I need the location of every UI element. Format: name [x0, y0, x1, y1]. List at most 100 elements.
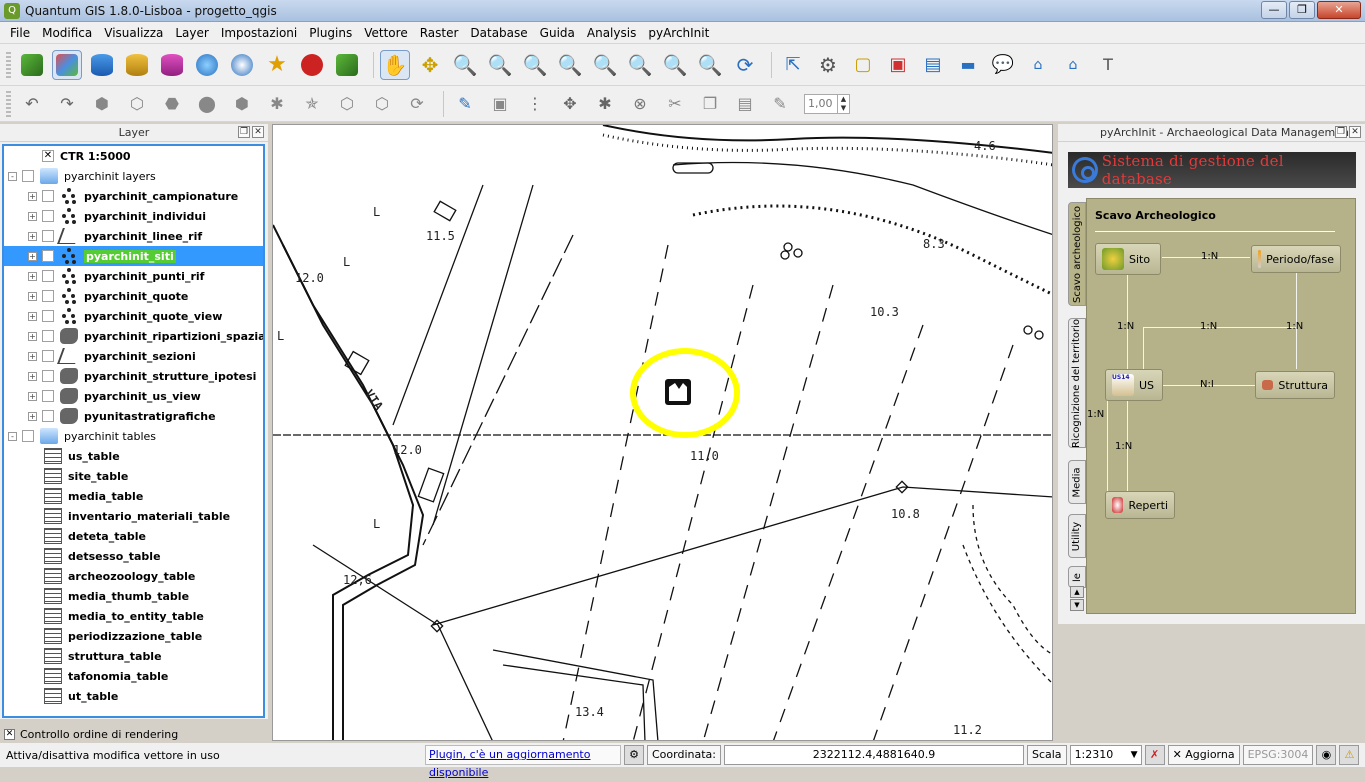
reperti-button[interactable]: Reperti — [1105, 491, 1175, 519]
tab-ricognizione[interactable]: Ricognizione del territorio — [1068, 318, 1086, 448]
expand-toggle-icon[interactable]: + — [28, 331, 37, 341]
close-panel-icon[interactable]: ✕ — [1349, 126, 1361, 138]
layer-row[interactable]: + pyarchinit_us_view — [4, 386, 263, 406]
layer-visibility-checkbox[interactable]: ✕ — [42, 150, 54, 162]
layer-visibility-checkbox[interactable] — [42, 190, 54, 202]
toggle-editing-pencil-icon[interactable]: ✎ — [450, 89, 480, 119]
layer-visibility-checkbox[interactable] — [42, 290, 54, 302]
offset-curve-icon[interactable]: ✯ — [297, 89, 327, 119]
add-wfs-layer-icon[interactable] — [227, 50, 257, 80]
measure-line-icon[interactable]: ▬ — [953, 50, 983, 80]
menu-vettore[interactable]: Vettore — [358, 22, 413, 44]
zoom-out-icon[interactable]: 🔍 — [485, 50, 515, 80]
layer-tree[interactable]: ✕ CTR 1:5000 - pyarchinit layers + pyarchinit… — [2, 144, 265, 718]
layer-visibility-checkbox[interactable] — [42, 370, 54, 382]
layer-row[interactable]: struttura_table — [4, 646, 263, 666]
render-order-control[interactable]: ✕ Controllo ordine di rendering — [0, 725, 268, 743]
scale-combobox[interactable]: 1:2310 ▼ — [1069, 745, 1142, 765]
expand-toggle-icon[interactable]: + — [28, 391, 37, 401]
expand-toggle-icon[interactable]: + — [28, 351, 37, 361]
new-layer-icon[interactable] — [332, 50, 362, 80]
menu-analysis[interactable]: Analysis — [581, 22, 642, 44]
tab-scavo-archeologico[interactable]: Scavo archeologico — [1068, 202, 1086, 306]
layer-row[interactable]: + pyarchinit_strutture_ipotesi — [4, 366, 263, 386]
tab-utility[interactable]: Utility — [1068, 514, 1086, 558]
pan-hand-icon[interactable]: ✋ — [380, 49, 410, 80]
run-action-gear-icon[interactable]: ⚙ — [813, 50, 843, 80]
zoom-actual-icon[interactable]: 🔍 — [520, 50, 550, 80]
zoom-full-icon[interactable]: 🔍 — [555, 50, 585, 80]
restore-button[interactable]: ❐ — [1289, 1, 1315, 19]
zoom-next-icon[interactable]: 🔍 — [695, 50, 725, 80]
refresh-toggle[interactable]: ✕ Aggiorna — [1167, 745, 1240, 765]
expand-toggle-icon[interactable]: + — [28, 291, 37, 301]
expand-toggle-icon[interactable]: - — [8, 171, 17, 181]
layer-row[interactable]: periodizzazione_table — [4, 626, 263, 646]
move-feature-icon[interactable]: ✥ — [555, 89, 585, 119]
layer-row[interactable]: + pyarchinit_ripartizioni_spaziali — [4, 326, 263, 346]
periodo-fase-button[interactable]: Periodo/fase — [1251, 245, 1341, 273]
layer-row[interactable]: ut_table — [4, 686, 263, 706]
remove-layer-icon[interactable] — [297, 50, 327, 80]
delete-part-icon[interactable]: ⬢ — [227, 89, 257, 119]
menu-plugins[interactable]: Plugins — [303, 22, 358, 44]
us-button[interactable]: US14 US — [1105, 369, 1163, 401]
chevron-down-icon[interactable]: ▼ — [1131, 746, 1138, 764]
split-features-icon[interactable]: ⬡ — [332, 89, 362, 119]
expand-toggle-icon[interactable]: + — [28, 371, 37, 381]
layer-visibility-checkbox[interactable] — [42, 410, 54, 422]
expand-toggle-icon[interactable]: + — [28, 231, 37, 241]
layer-row[interactable]: + pyarchinit_individui — [4, 206, 263, 226]
reshape-features-icon[interactable]: ✱ — [262, 89, 292, 119]
close-button[interactable]: ✕ — [1317, 1, 1361, 19]
tab-scroll-up[interactable]: ▲ — [1070, 586, 1084, 598]
add-raster-layer-icon[interactable] — [52, 49, 82, 80]
undo-icon[interactable]: ↶ — [17, 89, 47, 119]
close-panel-icon[interactable]: ✕ — [252, 126, 264, 138]
tab-scroll-down[interactable]: ▼ — [1070, 599, 1084, 611]
menu-raster[interactable]: Raster — [414, 22, 465, 44]
layer-row[interactable]: + pyarchinit_linee_rif — [4, 226, 263, 246]
expand-toggle-icon[interactable]: + — [28, 311, 37, 321]
menu-file[interactable]: File — [4, 22, 36, 44]
copy-features-icon[interactable]: ❐ — [695, 89, 725, 119]
layer-visibility-checkbox[interactable] — [42, 390, 54, 402]
spin-arrows[interactable]: ▲ ▼ — [837, 94, 849, 113]
crs-status[interactable]: EPSG:3004 — [1242, 745, 1314, 765]
merge-features-icon[interactable]: ⬡ — [367, 89, 397, 119]
minimize-button[interactable]: — — [1261, 1, 1287, 19]
float-panel-icon[interactable]: ❐ — [1335, 126, 1347, 138]
struttura-button[interactable]: Struttura — [1255, 371, 1335, 399]
crs-globe-icon[interactable]: ◉ — [1316, 745, 1337, 765]
layer-visibility-checkbox[interactable] — [42, 270, 54, 282]
add-spatialite-layer-icon[interactable] — [122, 50, 152, 80]
zoom-layer-icon[interactable]: 🔍 — [590, 50, 620, 80]
cut-features-icon[interactable]: ✂ — [660, 89, 690, 119]
map-canvas[interactable]: 4.6 11.5 12.0 8.3 10.3 12.0 11.0 10.8 12… — [272, 124, 1053, 741]
menu-pyarchinit[interactable]: pyArchInit — [642, 22, 715, 44]
add-postgis-layer-icon[interactable] — [87, 50, 117, 80]
map-tips-icon[interactable]: 💬 — [988, 50, 1018, 80]
add-mssql-layer-icon[interactable] — [157, 50, 187, 80]
expand-toggle-icon[interactable]: + — [28, 411, 37, 421]
snapping-tool-icon[interactable]: ✎ — [765, 89, 795, 119]
tab-media[interactable]: Media — [1068, 460, 1086, 504]
stop-render-icon[interactable]: ✗ — [1144, 745, 1165, 765]
coordinate-field[interactable]: 2322112.4,4881640.9 — [723, 745, 1024, 765]
select-features-icon[interactable]: ▢ — [848, 50, 878, 80]
snap-tolerance-spinbox[interactable]: 1,00 ▲ ▼ — [804, 93, 850, 114]
layer-row[interactable]: media_table — [4, 486, 263, 506]
layer-visibility-checkbox[interactable] — [22, 170, 34, 182]
layer-row[interactable]: + pyarchinit_quote — [4, 286, 263, 306]
layer-row[interactable]: - pyarchinit layers — [4, 166, 263, 186]
menu-layer[interactable]: Layer — [169, 22, 214, 44]
simplify-feature-icon[interactable]: ⬢ — [87, 89, 117, 119]
show-bookmarks-icon[interactable]: ⌂ — [1058, 50, 1088, 80]
new-shapefile-star-icon[interactable]: ★ — [262, 50, 292, 80]
expand-toggle-icon[interactable]: + — [28, 271, 37, 281]
layer-row[interactable]: us_table — [4, 446, 263, 466]
coordinate-toggle-icon[interactable]: ⚙ — [624, 745, 644, 765]
toolbar-grip[interactable] — [6, 51, 11, 78]
layer-visibility-checkbox[interactable] — [22, 430, 34, 442]
layer-row[interactable]: site_table — [4, 466, 263, 486]
